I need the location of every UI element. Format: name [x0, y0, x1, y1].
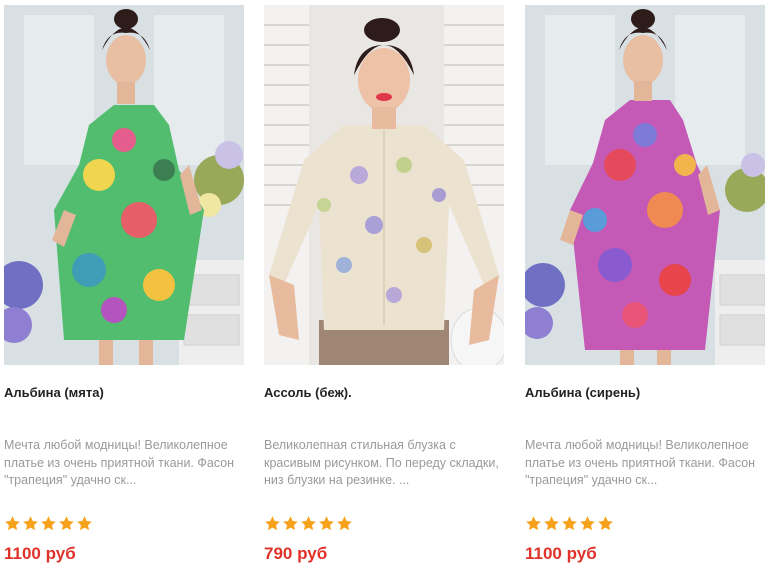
product-title[interactable]: Альбина (мята): [4, 385, 244, 400]
product-grid: Альбина (мята) Мечта любой модницы! Вели…: [0, 0, 776, 577]
product-title[interactable]: Ассоль (беж).: [264, 385, 504, 400]
product-price: 1100 руб: [525, 544, 597, 563]
product-price: 1100 руб: [4, 544, 76, 563]
rating-stars[interactable]: [4, 515, 93, 537]
product-title[interactable]: Альбина (сирень): [525, 385, 765, 400]
star-icon: [265, 516, 280, 531]
product-card: Альбина (сирень) Мечта любой модницы! Ве…: [525, 0, 769, 577]
star-icon: [301, 516, 316, 531]
product-card: Альбина (мята) Мечта любой модницы! Вели…: [4, 0, 248, 577]
product-photo[interactable]: [4, 5, 244, 365]
star-icon: [77, 516, 92, 531]
star-icon: [319, 516, 334, 531]
product-price: 790 руб: [264, 544, 328, 563]
star-icon: [337, 516, 352, 531]
star-icon: [23, 516, 38, 531]
product-card: Ассоль (беж). Великолепная стильная блуз…: [264, 0, 508, 577]
star-icon: [562, 516, 577, 531]
star-icon: [283, 516, 298, 531]
product-description: Мечта любой модницы! Великолепное платье…: [4, 438, 235, 487]
star-icon: [59, 516, 74, 531]
star-icon: [598, 516, 613, 531]
rating-stars[interactable]: [264, 515, 353, 537]
product-description: Мечта любой модницы! Великолепное платье…: [525, 438, 756, 487]
rating-stars[interactable]: [525, 515, 614, 537]
star-icon: [544, 516, 559, 531]
product-photo[interactable]: [264, 5, 504, 365]
star-icon: [41, 516, 56, 531]
star-icon: [580, 516, 595, 531]
star-icon: [5, 516, 20, 531]
star-icon: [526, 516, 541, 531]
product-description: Великолепная стильная блузка с красивым …: [264, 438, 499, 487]
product-photo[interactable]: [525, 5, 765, 365]
